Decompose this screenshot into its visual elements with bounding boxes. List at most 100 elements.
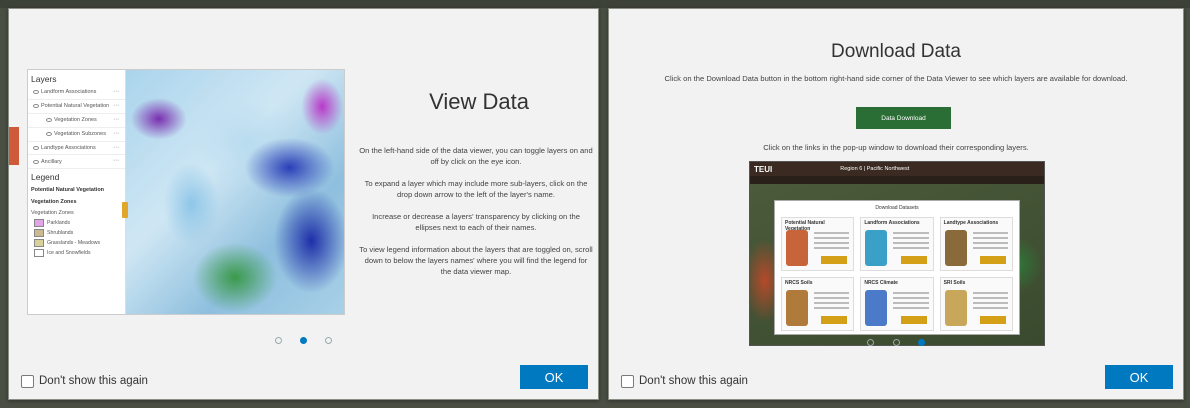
dataset-download-link	[980, 316, 1006, 324]
view-data-dialog: Layers Landform Associations ⋯ Potential N…	[8, 8, 599, 400]
dialog-footer: Don't show this again OK	[609, 365, 1183, 399]
ellipsis-icon: ⋯	[113, 144, 119, 151]
page-dot-3[interactable]	[917, 339, 925, 346]
dataset-card-title: Landtype Associations	[943, 220, 999, 226]
dataset-description-lines	[814, 232, 850, 252]
dataset-card-title: NRCS Climate	[864, 280, 898, 286]
legend-item: Ice and Snowfields	[28, 248, 125, 258]
legend-group-name: Vegetation Zones	[31, 199, 77, 206]
screenshot-header: TEUI Region 6 | Pacific Northwest	[750, 162, 1044, 176]
slide-title: View Data	[429, 89, 529, 114]
dataset-description-lines	[893, 292, 929, 312]
dataset-download-link	[900, 256, 927, 264]
vegetation-map-image	[126, 70, 344, 314]
intro-text: Click on the Download Data button in the…	[664, 74, 1128, 83]
paragraph: To expand a layer which may include more…	[364, 179, 588, 199]
dataset-map-thumbnail	[786, 290, 808, 326]
page-dot-2[interactable]	[892, 339, 900, 346]
legend-item-label: Shrublands	[47, 230, 74, 237]
legend-title: Legend	[31, 172, 60, 183]
layer-label: Landtype Associations	[41, 144, 96, 151]
dont-show-checkbox[interactable]	[21, 375, 34, 388]
teui-logo: TEUI	[754, 164, 773, 174]
dataset-card-title: SRI Soils	[943, 280, 966, 286]
dataset-map-thumbnail	[944, 230, 967, 266]
legend-item: Shrublands	[28, 228, 125, 238]
legend-swatch	[34, 229, 44, 238]
layer-row: Potential Natural Vegetation ⋯	[28, 100, 125, 114]
layers-title: Layers	[31, 74, 57, 84]
dataset-card-title: Landform Associations	[864, 220, 920, 226]
legend-swatch	[34, 249, 44, 258]
dataset-description-lines	[972, 232, 1008, 252]
ok-button[interactable]: OK	[520, 365, 588, 389]
paragraph: To view legend information about the lay…	[359, 245, 593, 276]
download-popup-screenshot: TEUI Region 6 | Pacific Northwest Downlo…	[749, 161, 1045, 346]
dataset-description-lines	[972, 292, 1008, 312]
eye-icon	[33, 146, 39, 150]
dont-show-checkbox[interactable]	[621, 375, 634, 388]
layer-row: Vegetation Zones ⋯	[28, 114, 125, 128]
dataset-card: Potential Natural Vegetation	[781, 217, 855, 271]
screenshot-header-title: Region 6 | Pacific Northwest	[840, 166, 910, 172]
layer-label: Landform Associations	[41, 89, 97, 96]
legend-swatch	[34, 239, 44, 248]
page-dot-3[interactable]	[325, 337, 333, 344]
legend-item-label: Ice and Snowfields	[47, 250, 91, 257]
dataset-card: Landform Associations	[860, 217, 934, 271]
legend-item-label: Grasslands - Meadows	[47, 240, 101, 247]
panel-handle	[122, 202, 128, 218]
dataset-download-link	[900, 316, 927, 324]
pagination-dots	[609, 333, 1183, 351]
ellipsis-icon: ⋯	[113, 158, 119, 165]
pagination-dots	[9, 331, 598, 349]
dataset-description-lines	[814, 292, 850, 312]
dataset-description-lines	[893, 232, 929, 252]
dataset-map-thumbnail	[786, 230, 808, 266]
dont-show-label: Don't show this again	[639, 375, 748, 387]
eye-icon	[33, 90, 39, 95]
layer-row: Landform Associations ⋯	[28, 86, 125, 100]
legend-item: Grasslands - Meadows	[28, 238, 125, 248]
layers-panel-image: Layers Landform Associations ⋯ Potential N…	[28, 70, 126, 314]
data-viewer-thumbnail: Layers Landform Associations ⋯ Potential N…	[27, 69, 345, 315]
side-tab	[9, 127, 19, 165]
paragraph: Increase or decrease a layers' transpare…	[372, 212, 580, 232]
dataset-card: NRCS Climate	[860, 277, 934, 331]
ellipsis-icon: ⋯	[113, 102, 119, 109]
dataset-card: Landtype Associations	[939, 217, 1013, 271]
dataset-card-title: NRCS Soils	[785, 280, 813, 286]
data-download-button[interactable]: Data Download	[856, 107, 951, 129]
screenshot-modal-title: Download Datasets	[875, 205, 919, 211]
ok-button[interactable]: OK	[1105, 365, 1173, 389]
layer-label: Vegetation Subzones	[54, 130, 106, 137]
ellipsis-icon: ⋯	[113, 130, 119, 137]
legend-item-label: Parklands	[47, 220, 71, 227]
layer-row: Landtype Associations ⋯	[28, 142, 125, 156]
ellipsis-icon: ⋯	[113, 89, 119, 95]
legend-layer-name: Potential Natural Vegetation	[31, 187, 105, 194]
background-map-strip	[0, 0, 1190, 8]
eye-icon	[33, 159, 39, 164]
dataset-download-link	[980, 256, 1006, 264]
dataset-map-thumbnail	[865, 290, 888, 326]
legend-swatch	[34, 219, 44, 228]
download-data-dialog: Download Data Click on the Download Data…	[608, 8, 1184, 400]
dataset-download-link	[821, 316, 848, 324]
eye-icon	[33, 104, 39, 109]
page-dot-1[interactable]	[867, 339, 875, 346]
page-dot-1[interactable]	[274, 337, 282, 344]
layer-row: Vegetation Subzones ⋯	[28, 128, 125, 142]
screenshot-menu-bar	[750, 176, 1044, 184]
paragraph: On the left-hand side of the data viewer…	[359, 146, 593, 166]
page-dot-2[interactable]	[300, 337, 307, 344]
eye-icon	[46, 132, 52, 137]
layer-row: Ancillary ⋯	[28, 155, 125, 170]
dataset-card: NRCS Soils	[781, 277, 855, 331]
dataset-map-thumbnail	[865, 230, 888, 266]
dataset-map-thumbnail	[944, 290, 967, 326]
dialog-footer: Don't show this again OK	[9, 365, 598, 399]
ellipsis-icon: ⋯	[113, 116, 119, 123]
layer-label: Ancillary	[41, 158, 62, 165]
legend-sub-name: Vegetation Zones	[31, 210, 74, 217]
